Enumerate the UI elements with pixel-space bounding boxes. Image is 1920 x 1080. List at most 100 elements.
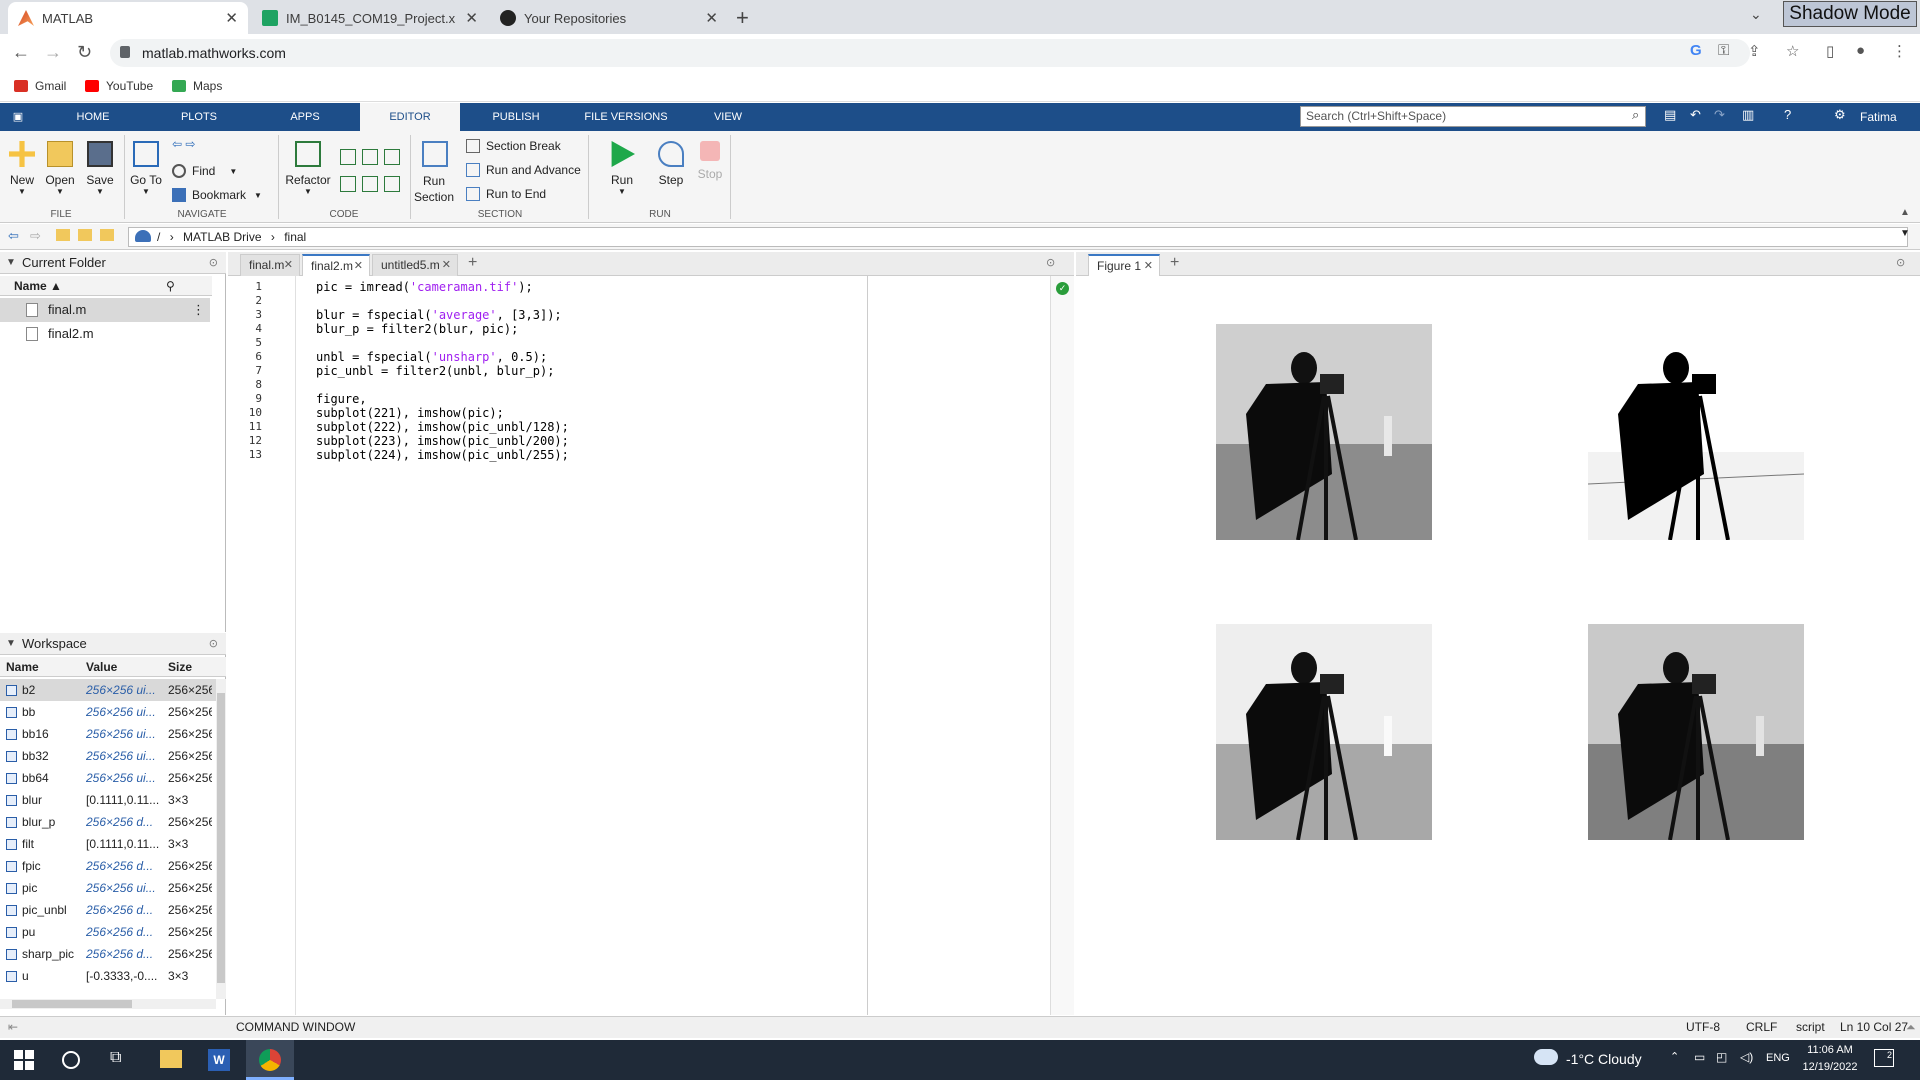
path-dropdown-icon[interactable]: ▼ bbox=[1900, 228, 1910, 239]
side-panel-icon[interactable]: ▯ bbox=[1826, 42, 1834, 60]
line-number[interactable]: 1 bbox=[228, 280, 262, 293]
file-explorer-icon[interactable] bbox=[160, 1050, 182, 1068]
ws-col-size[interactable]: Size bbox=[168, 657, 192, 677]
back-arrow-icon[interactable]: ← bbox=[12, 42, 30, 63]
browser-menu-icon[interactable]: ⋮ bbox=[1892, 42, 1907, 60]
line-number[interactable]: 12 bbox=[228, 434, 262, 447]
share-icon[interactable]: ⇪ bbox=[1748, 42, 1761, 60]
save-button[interactable]: Save ▼ bbox=[84, 141, 116, 196]
wrap-icon[interactable] bbox=[384, 149, 400, 165]
bookmark-gmail[interactable]: Gmail bbox=[14, 79, 66, 93]
word-icon[interactable]: W bbox=[208, 1049, 230, 1071]
close-tab-icon[interactable]: ✕ bbox=[284, 255, 293, 275]
tab-view[interactable]: VIEW bbox=[700, 103, 756, 131]
workspace-row[interactable]: fpic 256×256 d... 256×256 bbox=[0, 855, 216, 877]
line-number[interactable]: 6 bbox=[228, 350, 262, 363]
line-number[interactable]: 9 bbox=[228, 392, 262, 405]
workspace-row[interactable]: pic_unbl 256×256 d... 256×256 bbox=[0, 899, 216, 921]
panel-options-icon[interactable]: ⊙ bbox=[209, 633, 218, 655]
line-number[interactable]: 8 bbox=[228, 378, 262, 391]
code-line[interactable]: pic = imread('cameraman.tif'); bbox=[316, 280, 533, 294]
workspace-row[interactable]: sharp_pic 256×256 d... 256×256 bbox=[0, 943, 216, 965]
reload-icon[interactable]: ↻ bbox=[77, 42, 92, 63]
find-button[interactable]: Find ▼ bbox=[172, 164, 237, 178]
close-tab-icon[interactable]: ✕ bbox=[465, 9, 478, 27]
up-folder-icon[interactable] bbox=[56, 229, 70, 241]
network-icon[interactable]: ◰ bbox=[1716, 1050, 1727, 1064]
workspace-row[interactable]: bb 256×256 ui... 256×256 bbox=[0, 701, 216, 723]
figure-1-tab[interactable]: Figure 1 ✕ bbox=[1088, 254, 1160, 276]
step-button[interactable]: Step bbox=[652, 141, 690, 187]
clock-time[interactable]: 11:06 AM bbox=[1800, 1044, 1860, 1056]
undo-icon[interactable]: ↶ bbox=[1690, 107, 1701, 123]
editor-tab-untitled5-m[interactable]: untitled5.m ✕ bbox=[372, 254, 458, 276]
browser-tab-matlab[interactable]: MATLAB ✕ bbox=[8, 2, 248, 34]
workspace-row[interactable]: blur [0.1111,0.11... 3×3 bbox=[0, 789, 216, 811]
file-item-final-m[interactable]: final.m ⋮ bbox=[0, 298, 210, 322]
browser-tab-github[interactable]: Your Repositories ✕ bbox=[490, 2, 728, 34]
tab-file-versions[interactable]: FILE VERSIONS bbox=[576, 103, 676, 131]
section-break-button[interactable]: Section Break bbox=[466, 139, 561, 153]
workspace-row[interactable]: pu 256×256 d... 256×256 bbox=[0, 921, 216, 943]
new-button[interactable]: New ▼ bbox=[6, 141, 38, 196]
bookmark-star-icon[interactable]: ☆ bbox=[1786, 42, 1799, 60]
tab-plots[interactable]: PLOTS bbox=[166, 103, 232, 131]
ws-col-value[interactable]: Value bbox=[86, 657, 117, 677]
code-line[interactable]: pic_unbl = filter2(unbl, blur_p); bbox=[316, 364, 554, 378]
url-field[interactable]: matlab.mathworks.com bbox=[110, 39, 1750, 67]
open-button[interactable]: Open ▼ bbox=[44, 141, 76, 196]
stop-button[interactable]: Stop bbox=[692, 141, 728, 181]
back-folder-icon[interactable]: ⇦ bbox=[8, 228, 19, 244]
line-number[interactable]: 3 bbox=[228, 308, 262, 321]
workspace-row[interactable]: pic 256×256 ui... 256×256 bbox=[0, 877, 216, 899]
subplot-223-image[interactable] bbox=[1216, 624, 1432, 840]
settings-icon[interactable]: ⚙ bbox=[1834, 107, 1846, 123]
line-number[interactable]: 2 bbox=[228, 294, 262, 307]
new-figure-tab-icon[interactable]: + bbox=[1170, 254, 1179, 272]
collapse-triangle-icon[interactable]: ▼ bbox=[6, 252, 16, 274]
chrome-taskbar-button[interactable] bbox=[246, 1040, 294, 1080]
editor-tab-final-m[interactable]: final.m ✕ bbox=[240, 254, 300, 276]
file-actions-icon[interactable]: ⋮ bbox=[192, 298, 205, 322]
path-segment-drive[interactable]: MATLAB Drive bbox=[183, 230, 261, 244]
forward-folder-icon[interactable]: ⇨ bbox=[30, 228, 41, 244]
close-tab-icon[interactable]: ✕ bbox=[225, 9, 238, 27]
windows-start-icon[interactable] bbox=[14, 1050, 34, 1070]
bookmark-button[interactable]: Bookmark ▼ bbox=[172, 188, 262, 202]
new-folder-icon[interactable] bbox=[100, 229, 114, 241]
tab-publish[interactable]: PUBLISH bbox=[480, 103, 552, 131]
workspace-row[interactable]: blur_p 256×256 d... 256×256 bbox=[0, 811, 216, 833]
bookmark-maps[interactable]: Maps bbox=[172, 79, 222, 93]
tab-search-chevron-icon[interactable]: ⌄ bbox=[1750, 6, 1762, 23]
line-number[interactable]: 13 bbox=[228, 448, 262, 461]
notifications-icon[interactable]: 2 bbox=[1874, 1049, 1894, 1067]
column-options-icon[interactable]: ⚲ bbox=[166, 276, 175, 296]
close-tab-icon[interactable]: ✕ bbox=[354, 256, 363, 276]
line-number[interactable]: 5 bbox=[228, 336, 262, 349]
nav-back-forward-icon[interactable]: ⇦ ⇨ bbox=[172, 137, 195, 151]
run-to-end-button[interactable]: Run to End bbox=[466, 187, 546, 201]
outdent-icon[interactable] bbox=[384, 176, 400, 192]
run-section-button[interactable]: Run Section bbox=[414, 141, 456, 205]
forward-arrow-icon[interactable]: → bbox=[44, 42, 62, 63]
clock-date[interactable]: 12/19/2022 bbox=[1798, 1061, 1862, 1073]
path-segment-final[interactable]: final bbox=[284, 230, 306, 244]
line-number[interactable]: 11 bbox=[228, 420, 262, 433]
save-icon[interactable]: ▤ bbox=[1664, 107, 1676, 123]
workspace-h-scroll-thumb[interactable] bbox=[12, 1000, 132, 1008]
search-circle-icon[interactable] bbox=[62, 1051, 80, 1069]
subplot-222-image[interactable] bbox=[1588, 324, 1804, 540]
documentation-search-input[interactable]: Search (Ctrl+Shift+Space) bbox=[1300, 106, 1646, 127]
collapse-command-icon[interactable]: ⏶ bbox=[1906, 1017, 1916, 1037]
layout-icon[interactable]: ▥ bbox=[1742, 107, 1754, 123]
code-ok-check-icon[interactable]: ✓ bbox=[1056, 282, 1069, 295]
goto-button[interactable]: Go To ▼ bbox=[128, 141, 164, 196]
workspace-row[interactable]: bb16 256×256 ui... 256×256 bbox=[0, 723, 216, 745]
battery-icon[interactable]: ▭ bbox=[1694, 1050, 1705, 1064]
file-item-final2-m[interactable]: final2.m bbox=[0, 322, 210, 346]
help-icon[interactable]: ? bbox=[1784, 107, 1791, 122]
code-line[interactable]: figure, bbox=[316, 392, 367, 406]
close-tab-icon[interactable]: ✕ bbox=[1144, 256, 1153, 276]
folder-path-input[interactable]: / › MATLAB Drive › final bbox=[128, 227, 1908, 247]
refactor-button[interactable]: Refactor ▼ bbox=[284, 141, 332, 196]
